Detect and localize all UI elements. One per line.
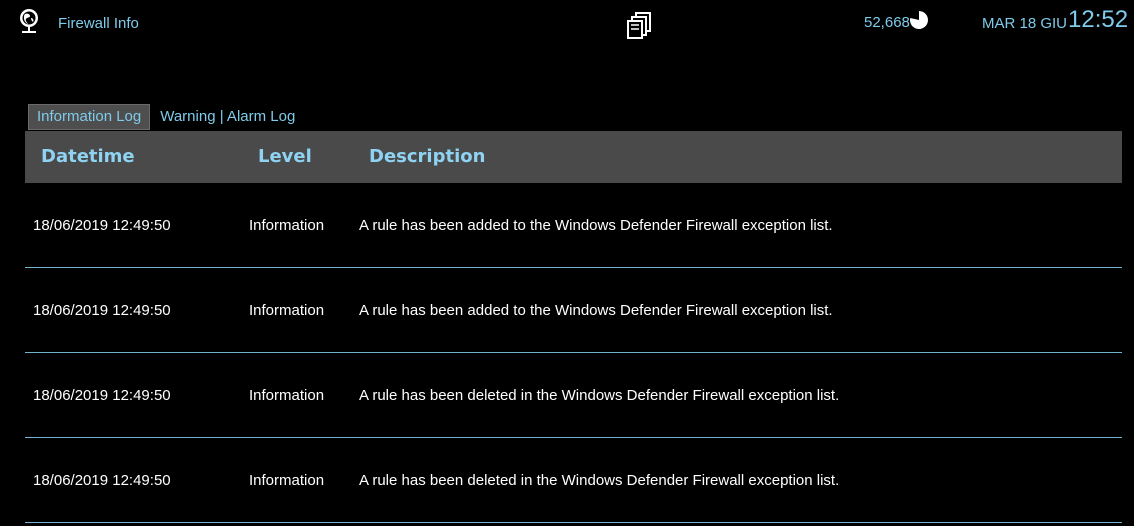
globe-network-icon — [18, 8, 40, 36]
clock-time: 12:52 — [1068, 6, 1129, 33]
cell-datetime: 18/06/2019 12:49:50 — [33, 302, 171, 319]
counter-value: 52,668 — [864, 14, 910, 31]
column-header-datetime[interactable]: Datetime — [41, 146, 135, 167]
cell-description: A rule has been deleted in the Windows D… — [359, 387, 840, 404]
cell-description: A rule has been deleted in the Windows D… — [359, 472, 840, 489]
cell-datetime: 18/06/2019 12:49:50 — [33, 217, 171, 234]
app-title: Firewall Info — [58, 15, 139, 32]
log-table: Datetime Level Description 18/06/2019 12… — [25, 131, 1122, 523]
copy-pages-icon[interactable] — [626, 11, 656, 39]
column-header-level[interactable]: Level — [258, 146, 312, 167]
cell-datetime: 18/06/2019 12:49:50 — [33, 472, 171, 489]
cell-level: Information — [249, 472, 325, 489]
table-row[interactable]: 18/06/2019 12:49:50 Information A rule h… — [25, 183, 1122, 268]
column-header-description[interactable]: Description — [369, 146, 485, 167]
table-header: Datetime Level Description — [25, 131, 1122, 183]
cell-level: Information — [249, 302, 325, 319]
table-row[interactable]: 18/06/2019 12:49:50 Information A rule h… — [25, 438, 1122, 523]
cell-datetime: 18/06/2019 12:49:50 — [33, 387, 171, 404]
date-text: MAR 18 GIU — [982, 15, 1068, 32]
top-bar: Firewall Info 52,668 MAR 18 GIU 12:52 — [0, 0, 1134, 50]
cell-description: A rule has been added to the Windows Def… — [359, 217, 833, 234]
log-tabs: Information Log Warning | Alarm Log — [28, 104, 303, 130]
table-row[interactable]: 18/06/2019 12:49:50 Information A rule h… — [25, 268, 1122, 353]
cell-level: Information — [249, 387, 325, 404]
tab-information-log[interactable]: Information Log — [28, 104, 151, 130]
cell-description: A rule has been added to the Windows Def… — [359, 302, 833, 319]
cell-level: Information — [249, 217, 325, 234]
tab-warning-alarm-log[interactable]: Warning | Alarm Log — [154, 105, 303, 129]
firewall-info-page: Firewall Info 52,668 MAR 18 GIU 12:52 In… — [0, 0, 1134, 526]
table-row[interactable]: 18/06/2019 12:49:50 Information A rule h… — [25, 353, 1122, 438]
pie-chart-icon — [909, 10, 929, 30]
